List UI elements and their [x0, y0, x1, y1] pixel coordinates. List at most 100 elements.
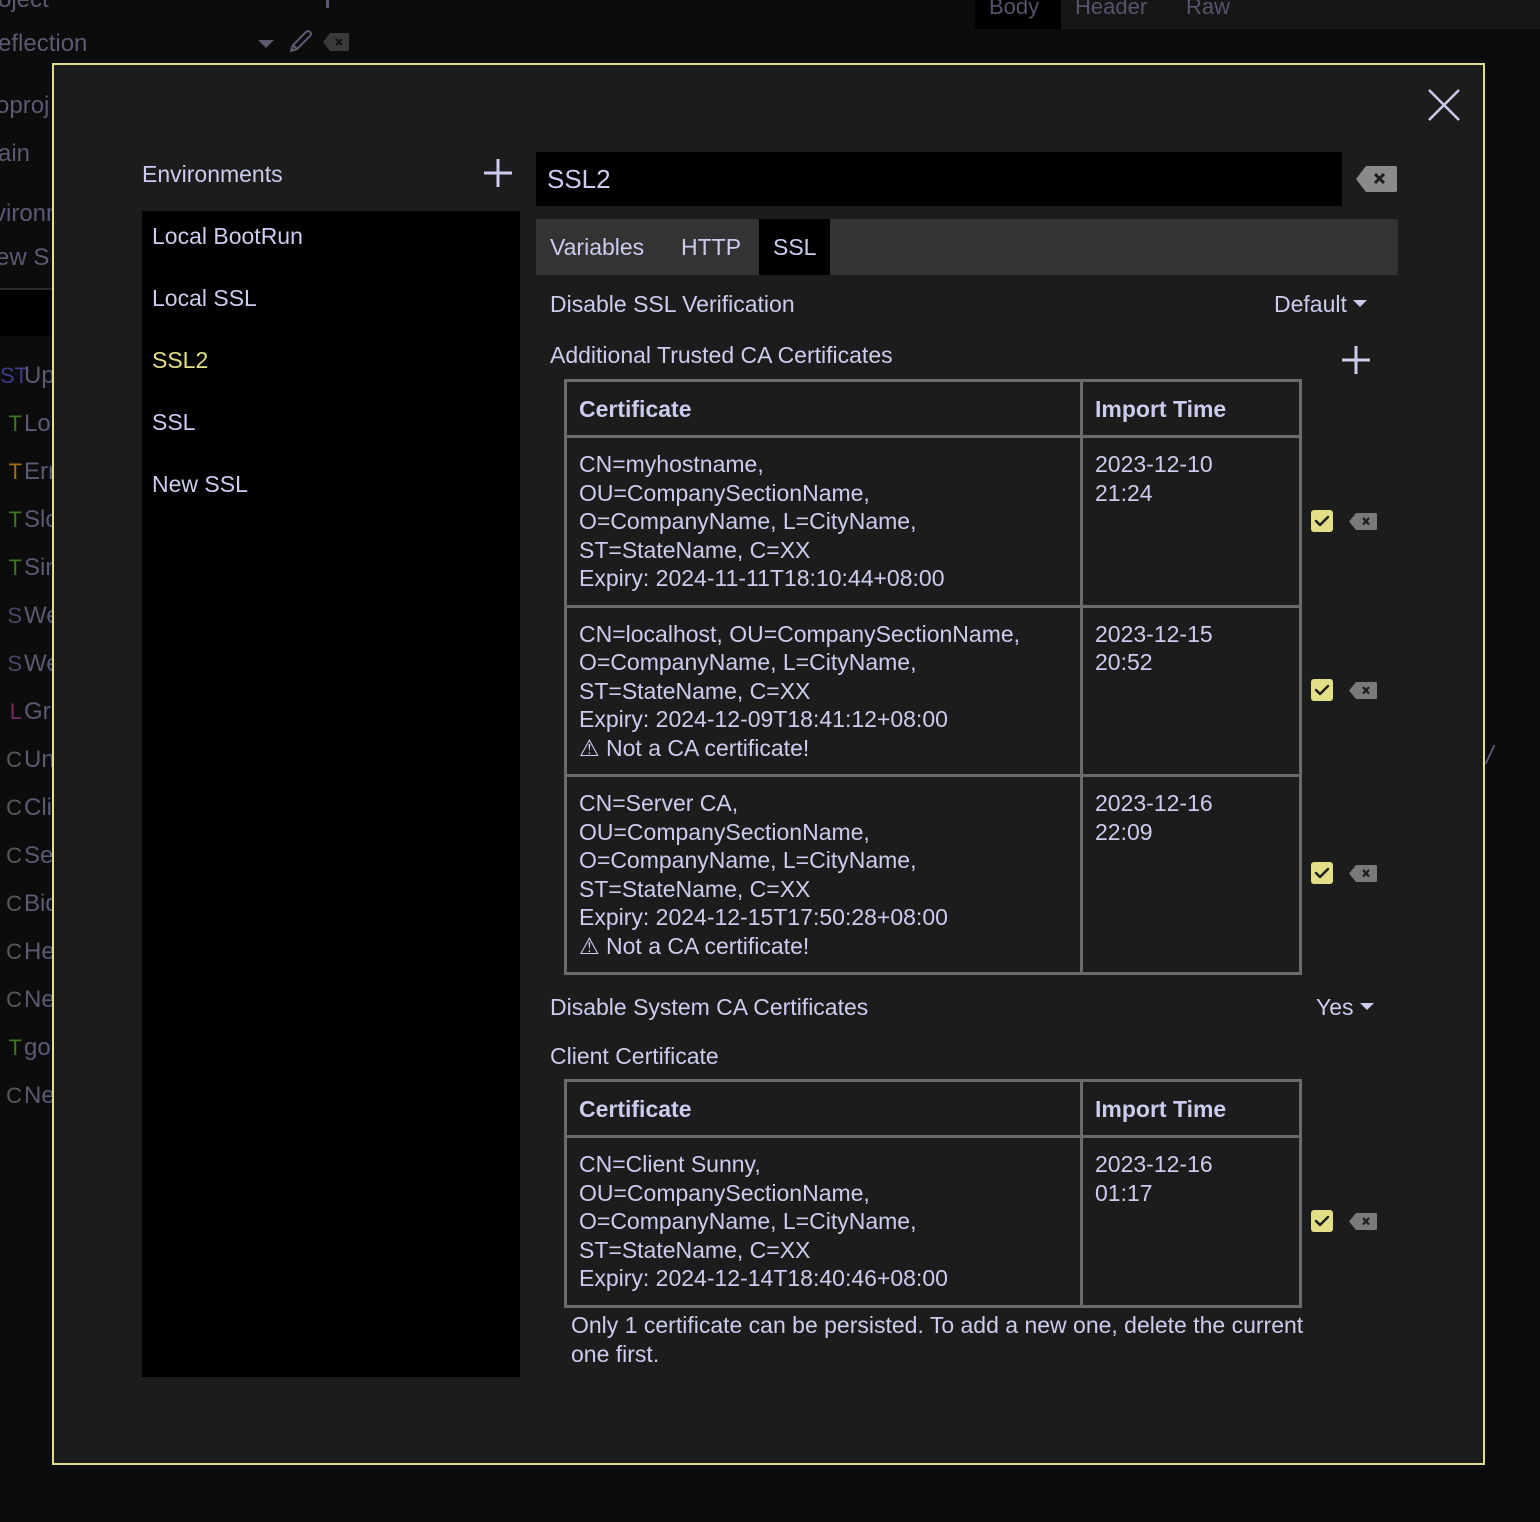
bg-project-label: oject: [0, 0, 49, 14]
import-time-cell: 2023-12-16 22:09: [1080, 774, 1302, 975]
bg-collection-select[interactable]: eflection: [0, 30, 87, 58]
bg-request-method: S: [7, 651, 22, 676]
enable-certificate-checkbox[interactable]: [1311, 679, 1333, 701]
environment-item-local-bootrun[interactable]: Local BootRun: [152, 223, 303, 250]
bg-pencil-icon[interactable]: [286, 28, 314, 56]
bg-delete-icon[interactable]: [322, 32, 350, 52]
disable-system-ca-dropdown[interactable]: Yes: [1316, 994, 1374, 1021]
bg-request-item[interactable]: CUn: [0, 746, 55, 776]
environment-item-new-ssl[interactable]: New SSL: [152, 471, 248, 498]
bg-partial-text: /: [1486, 740, 1494, 770]
certificate-subject-cell: CN=localhost, OU=CompanySectionName, O=Co…: [564, 604, 1083, 777]
bg-request-item[interactable]: CBid: [0, 890, 59, 920]
certificate-subject-line: ST=StateName, C=XX: [579, 1236, 811, 1263]
bg-caret-down-icon[interactable]: [258, 40, 274, 48]
certificate-subject-line: O=CompanyName, L=CityName,: [579, 508, 917, 534]
client-certificate-table: Certificate Import Time CN=Client Sunny,…: [564, 1079, 1302, 1308]
bg-request-item[interactable]: TSin: [0, 554, 59, 584]
bg-divider: [326, 0, 329, 8]
bg-request-method: T: [8, 459, 22, 484]
environments-heading: Environments: [142, 161, 283, 187]
disable-ssl-verification-label: Disable SSL Verification: [550, 291, 795, 317]
bg-request-item[interactable]: TLo: [0, 410, 51, 440]
bg-request-item[interactable]: CHe: [0, 938, 55, 968]
add-environment-plus-icon[interactable]: [482, 157, 514, 189]
bg-request-item[interactable]: STUp: [0, 362, 55, 392]
caret-down-icon: [1352, 300, 1367, 308]
bg-request-method: ST: [0, 363, 29, 388]
bg-request-item[interactable]: CNe: [0, 1082, 55, 1112]
bg-environment-select[interactable]: ew S: [0, 244, 49, 272]
bg-request-name: go: [24, 1034, 51, 1061]
import-date: 2023-12-15: [1095, 620, 1213, 647]
import-date: 2023-12-16: [1095, 1151, 1213, 1177]
bg-request-method: C: [6, 843, 22, 868]
certificate-subject-line: ST=StateName, C=XX: [579, 875, 811, 902]
bg-request-method: C: [6, 987, 22, 1012]
bg-project-name: oproj: [0, 92, 50, 119]
tab-http[interactable]: HTTP: [667, 219, 755, 275]
import-date: 2023-12-16: [1095, 790, 1213, 816]
certificate-subject-line: ST=StateName, C=XX: [579, 677, 811, 704]
disable-ssl-verification-dropdown[interactable]: Default: [1274, 291, 1367, 318]
bg-request-item[interactable]: SWe: [0, 650, 59, 680]
bg-request-item[interactable]: SWe: [0, 602, 59, 632]
dropdown-value: Yes: [1316, 994, 1354, 1020]
environment-item-ssl2[interactable]: SSL2: [152, 347, 208, 374]
import-time: 20:52: [1095, 649, 1153, 675]
add-ca-certificate-plus-icon[interactable]: [1340, 344, 1372, 376]
certificate-subject-line: O=CompanyName, L=CityName,: [579, 649, 917, 675]
bg-request-name: Ne: [24, 1082, 55, 1109]
bg-tab-body[interactable]: Body: [975, 0, 1061, 29]
certificate-subject-cell: CN=Server CA, OU=CompanySectionName, O=Com…: [564, 774, 1083, 975]
not-ca-warning: ⚠ Not a CA certificate!: [579, 932, 810, 959]
bg-request-name: Cli: [24, 794, 52, 821]
environment-item-local-ssl[interactable]: Local SSL: [152, 285, 257, 312]
certificate-row: CN=localhost, OU=CompanySectionName, O=Co…: [564, 604, 1302, 777]
certificate-row-actions: [1311, 862, 1391, 886]
bg-tab-raw[interactable]: Raw: [1186, 0, 1230, 29]
certificate-subject-line: OU=CompanySectionName,: [579, 479, 870, 506]
not-ca-warning: ⚠ Not a CA certificate!: [579, 734, 810, 761]
bg-request-method: C: [6, 1083, 22, 1108]
bg-request-item[interactable]: Tgo: [0, 1034, 51, 1064]
bg-request-item[interactable]: TSlo: [0, 506, 59, 536]
bg-request-item[interactable]: CCli: [0, 794, 52, 824]
certificate-expiry: Expiry: 2024-12-14T18:40:46+08:00: [579, 1265, 948, 1291]
delete-environment-icon[interactable]: [1355, 164, 1398, 194]
environment-name-input[interactable]: [536, 152, 1342, 206]
delete-certificate-icon[interactable]: [1348, 864, 1378, 883]
bg-request-item[interactable]: CNe: [0, 986, 55, 1016]
environment-list: Local BootRun Local SSL SSL2 SSL New SSL: [142, 211, 520, 1377]
certificate-subject-line: CN=Client Sunny,: [579, 1151, 761, 1177]
certificate-subject-line: ST=StateName, C=XX: [579, 536, 811, 563]
environment-item-ssl[interactable]: SSL: [152, 409, 195, 436]
certificate-row: CN=myhostname, OU=CompanySectionName, O=Co…: [564, 435, 1302, 608]
bg-search-field[interactable]: [0, 290, 52, 336]
delete-certificate-icon[interactable]: [1348, 1212, 1378, 1231]
bg-request-item[interactable]: LGr: [0, 698, 51, 728]
client-certificate-note: Only 1 certificate can be persisted. To …: [571, 1312, 1304, 1367]
bg-request-method: C: [6, 795, 22, 820]
import-time: 01:17: [1095, 1179, 1153, 1206]
certificate-row: CN=Server CA, OU=CompanySectionName, O=Com…: [564, 774, 1302, 975]
certificate-subject-line: O=CompanyName, L=CityName,: [579, 847, 917, 873]
certificate-row-actions: [1311, 679, 1391, 703]
tab-ssl[interactable]: SSL: [759, 219, 831, 275]
certificate-expiry: Expiry: 2024-12-09T18:41:12+08:00: [579, 706, 948, 732]
certificate-subject-line: CN=Server CA,: [579, 790, 739, 816]
bg-request-method: S: [7, 603, 22, 628]
delete-certificate-icon[interactable]: [1348, 681, 1378, 700]
bg-tab-header[interactable]: Header: [1075, 0, 1147, 29]
enable-certificate-checkbox[interactable]: [1311, 862, 1333, 884]
bg-request-item[interactable]: CSe: [0, 842, 53, 872]
disable-system-ca-label: Disable System CA Certificates: [550, 994, 869, 1020]
tab-variables[interactable]: Variables: [536, 219, 658, 275]
enable-certificate-checkbox[interactable]: [1311, 510, 1333, 532]
bg-request-item[interactable]: TErr: [0, 458, 56, 488]
bg-request-name: Un: [24, 746, 55, 773]
close-icon[interactable]: [1426, 87, 1462, 123]
delete-certificate-icon[interactable]: [1348, 512, 1378, 531]
bg-request-name: Ne: [24, 986, 55, 1013]
enable-certificate-checkbox[interactable]: [1311, 1210, 1333, 1232]
